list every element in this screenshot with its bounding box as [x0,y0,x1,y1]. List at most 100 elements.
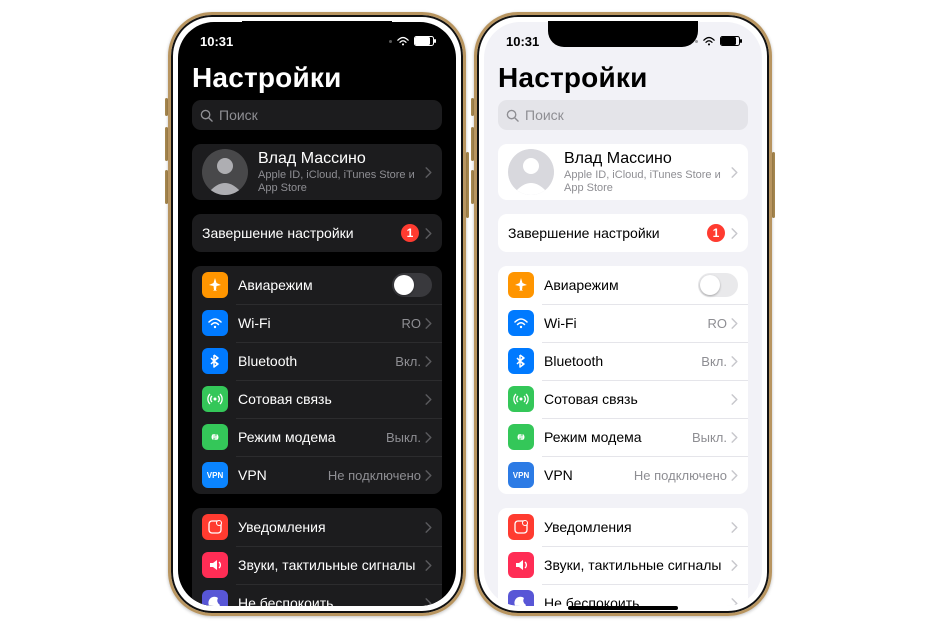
hotspot-row[interactable]: Режим модема Выкл. [192,418,442,456]
chevron-right-icon [731,522,738,533]
hotspot-icon [202,424,228,450]
notifications-row[interactable]: Уведомления [192,508,442,546]
wifi-value: RO [708,316,728,331]
chevron-right-icon [731,167,738,178]
wifi-status-icon [702,35,716,47]
hotspot-row[interactable]: Режим модема Выкл. [498,418,748,456]
search-input[interactable]: Поиск [498,100,748,130]
chevron-right-icon [731,394,738,405]
chevron-right-icon [731,228,738,239]
airplane-row[interactable]: Авиарежим [192,266,442,304]
sounds-row[interactable]: Звуки, тактильные сигналы [192,546,442,584]
profile-subtitle: Apple ID, iCloud, iTunes Store и App Sto… [564,169,731,193]
finish-setup-label: Завершение настройки [202,225,401,241]
battery-icon [720,36,740,46]
vpn-value: Не подключено [634,468,727,483]
bluetooth-row[interactable]: Bluetooth Вкл. [192,342,442,380]
bluetooth-icon [202,348,228,374]
wifi-row[interactable]: Wi-Fi RO [192,304,442,342]
wifi-icon [202,310,228,336]
profile-row[interactable]: Влад Массино Apple ID, iCloud, iTunes St… [498,144,748,200]
vpn-label: VPN [238,467,328,483]
wifi-status-icon [396,35,410,47]
chevron-right-icon [425,167,432,178]
chevron-right-icon [425,522,432,533]
notifications-label: Уведомления [238,519,425,535]
finish-setup-label: Завершение настройки [508,225,707,241]
chevron-right-icon [425,470,432,481]
avatar [202,149,248,195]
vpn-row[interactable]: VPN Не подключено [192,456,442,494]
airplane-icon [202,272,228,298]
bluetooth-label: Bluetooth [544,353,701,369]
chevron-right-icon [425,560,432,571]
bluetooth-row[interactable]: Bluetooth Вкл. [498,342,748,380]
bluetooth-value: Вкл. [395,354,421,369]
home-indicator[interactable] [262,606,372,610]
profile-name: Влад Массино [564,150,731,168]
airplane-icon [508,272,534,298]
dnd-row[interactable]: Не беспокоить [498,584,748,606]
chevron-right-icon [731,356,738,367]
profile-row[interactable]: Влад Массино Apple ID, iCloud, iTunes St… [192,144,442,200]
phone-light: 10:31 Настройки Поиск Влад Массино Apple… [474,12,772,616]
bluetooth-label: Bluetooth [238,353,395,369]
wifi-label: Wi-Fi [238,315,402,331]
search-input[interactable]: Поиск [192,100,442,130]
vpn-value: Не подключено [328,468,421,483]
chevron-right-icon [425,394,432,405]
cellular-label: Сотовая связь [544,391,731,407]
search-placeholder: Поиск [219,107,258,123]
dnd-row[interactable]: Не беспокоить [192,584,442,606]
airplane-label: Авиарежим [544,277,698,293]
status-time: 10:31 [200,34,233,49]
airplane-switch[interactable] [698,273,738,297]
chevron-right-icon [731,470,738,481]
page-title: Настройки [498,62,748,94]
wifi-value: RO [402,316,422,331]
search-icon [200,109,213,122]
chevron-right-icon [731,560,738,571]
chevron-right-icon [425,432,432,443]
sounds-label: Звуки, тактильные сигналы [238,557,425,573]
hotspot-value: Выкл. [692,430,727,445]
sounds-label: Звуки, тактильные сигналы [544,557,731,573]
home-indicator[interactable] [568,606,678,610]
cellular-row[interactable]: Сотовая связь [498,380,748,418]
vpn-icon [202,462,228,488]
chevron-right-icon [731,598,738,607]
profile-subtitle: Apple ID, iCloud, iTunes Store и App Sto… [258,169,425,193]
search-placeholder: Поиск [525,107,564,123]
wifi-row[interactable]: Wi-Fi RO [498,304,748,342]
cellular-label: Сотовая связь [238,391,425,407]
finish-setup-row[interactable]: Завершение настройки 1 [192,214,442,252]
hotspot-label: Режим модема [544,429,692,445]
chevron-right-icon [731,432,738,443]
bluetooth-value: Вкл. [701,354,727,369]
dnd-label: Не беспокоить [544,595,731,606]
phone-dark: 10:31 Настройки Поиск Влад Массино Apple… [168,12,466,616]
sounds-row[interactable]: Звуки, тактильные сигналы [498,546,748,584]
notifications-icon [508,514,534,540]
wifi-label: Wi-Fi [544,315,708,331]
bluetooth-icon [508,348,534,374]
notch [548,21,698,47]
airplane-row[interactable]: Авиарежим [498,266,748,304]
airplane-switch[interactable] [392,273,432,297]
finish-setup-badge: 1 [707,224,725,242]
cellular-row[interactable]: Сотовая связь [192,380,442,418]
chevron-right-icon [731,318,738,329]
finish-setup-row[interactable]: Завершение настройки 1 [498,214,748,252]
profile-name: Влад Массино [258,150,425,168]
vpn-row[interactable]: VPN Не подключено [498,456,748,494]
hotspot-label: Режим модема [238,429,386,445]
notifications-row[interactable]: Уведомления [498,508,748,546]
status-time: 10:31 [506,34,539,49]
airplane-label: Авиарежим [238,277,392,293]
page-title: Настройки [192,62,442,94]
dnd-icon [202,590,228,606]
notifications-label: Уведомления [544,519,731,535]
battery-icon [414,36,434,46]
vpn-icon [508,462,534,488]
cellular-icon [202,386,228,412]
